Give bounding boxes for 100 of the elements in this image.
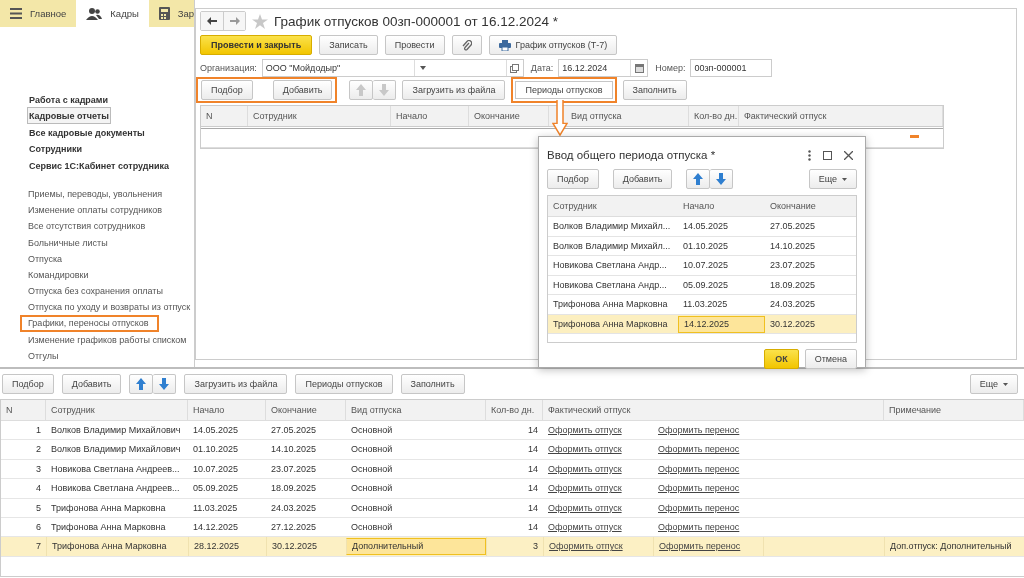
caret-icon — [1003, 382, 1008, 386]
maximize-button[interactable] — [823, 150, 832, 160]
column-header[interactable]: Сотрудник — [548, 196, 678, 216]
table-row[interactable]: 7 Трифонова Анна Марковна 28.12.2025 30.12.2025 Дополнительный 3 Оформить отпуск Оформить перенос Доп.отпуск: Дополнительный — [1, 537, 1024, 557]
more-menu-button[interactable]: Еще — [969, 374, 1018, 394]
print-button[interactable]: График отпусков (Т-7) — [488, 35, 618, 55]
table-row[interactable]: Новикова Светлана Андр... 05.09.2025 18.09.2025 — [548, 275, 856, 295]
toolbar-button[interactable]: Загрузить из файла — [184, 374, 288, 394]
column-header[interactable]: Фактический отпуск — [739, 106, 943, 126]
more-button[interactable] — [808, 149, 811, 161]
menu-link[interactable]: Командировки — [20, 266, 99, 284]
table-row[interactable]: 1 Волков Владимир Михайлович 14.05.2025 27.05.2025 Основной 14 Оформить отпуск Оформить перенос — [1, 421, 1024, 441]
column-header[interactable]: Сотрудник — [46, 400, 188, 420]
toolbar-button[interactable]: Периоды отпусков — [295, 374, 393, 394]
menu-link[interactable]: Графики, переносы отпусков — [20, 315, 159, 332]
transfer-link[interactable]: Оформить перенос — [658, 521, 740, 532]
toolbar-button[interactable]: Заполнить — [400, 374, 465, 394]
menu-link[interactable]: Отгулы — [20, 347, 69, 364]
column-header[interactable]: Фактический отпуск — [543, 400, 884, 420]
menu-link[interactable]: Изменение оплаты сотрудников — [20, 202, 172, 219]
table-row[interactable]: Трифонова Анна Марковна 11.03.2025 24.03.2025 — [548, 295, 856, 315]
menu-link[interactable]: Отпуска без сохранения оплаты — [20, 283, 173, 300]
close-button[interactable] — [844, 150, 853, 160]
menu-link[interactable]: Больничные листы — [20, 234, 118, 251]
transfer-link[interactable]: Оформить перенос — [659, 541, 741, 552]
menu-item[interactable]: Все кадровые документы — [27, 123, 147, 141]
toolbar-button[interactable]: Добавить — [612, 169, 673, 189]
column-header[interactable]: Начало — [188, 400, 266, 420]
menu-item[interactable]: Кадровые отчеты — [27, 107, 111, 124]
menu-item[interactable]: Сотрудники — [27, 140, 85, 157]
toolbar-button[interactable]: Подбор — [2, 374, 54, 394]
column-header[interactable]: Начало — [678, 196, 765, 216]
table-row[interactable]: Новикова Светлана Андр... 10.07.2025 23.07.2025 — [548, 256, 856, 276]
post-and-close-button[interactable]: Провести и закрыть — [200, 35, 313, 55]
transfer-link[interactable]: Оформить перенос — [658, 483, 740, 494]
table-cell-text: Основной — [350, 424, 394, 437]
vacation-link[interactable]: Оформить отпуск — [548, 463, 622, 474]
toolbar-button[interactable]: Подбор — [547, 169, 599, 189]
transfer-link[interactable]: Оформить перенос — [658, 502, 740, 513]
table-row[interactable]: 2 Волков Владимир Михайлович 01.10.2025 14.10.2025 Основной 14 Оформить отпуск Оформить перенос — [1, 440, 1024, 460]
table-row[interactable]: 5 Трифонова Анна Марковна 11.03.2025 24.03.2025 Основной 14 Оформить отпуск Оформить перенос — [1, 498, 1024, 518]
table-row[interactable]: Волков Владимир Михайл... 01.10.2025 14.10.2025 — [548, 236, 856, 256]
table-cell-text: 10.07.2025 — [682, 259, 730, 272]
table-row[interactable]: 3 Новикова Светлана Андреев... 10.07.2025 23.07.2025 Основной 14 Оформить отпуск Оформить перенос — [1, 459, 1024, 480]
table-cell-text: 18.09.2025 — [769, 278, 817, 292]
toolbar-button[interactable]: Добавить — [272, 80, 333, 100]
menu-link[interactable]: Изменение графиков работы списком — [20, 331, 194, 348]
vacation-link[interactable]: Оформить отпуск — [548, 521, 622, 532]
toolbar-button[interactable]: Подбор — [201, 80, 253, 100]
star-icon[interactable] — [252, 13, 268, 29]
move-down-button[interactable] — [710, 169, 734, 189]
number-field[interactable]: 00зп-000001 — [690, 59, 773, 77]
row-number: 4 — [35, 482, 42, 496]
cancel-button[interactable]: Отмена — [804, 349, 857, 369]
column-header[interactable]: N — [1, 400, 46, 420]
toolbar-button[interactable]: Добавить — [61, 374, 122, 394]
transfer-link[interactable]: Оформить перенос — [658, 444, 740, 455]
table-row[interactable]: Трифонова Анна Марковна 14.12.2025 30.12.2025 — [548, 314, 856, 334]
toolbar-button[interactable]: Загрузить из файла — [402, 80, 506, 100]
move-up-button[interactable] — [129, 374, 154, 394]
vacation-link[interactable]: Оформить отпуск — [548, 425, 622, 435]
table-row[interactable]: 4 Новикова Светлана Андреев... 05.09.2025 18.09.2025 Основной 14 Оформить отпуск Оформить перенос — [1, 479, 1024, 499]
column-header[interactable]: Окончание — [266, 400, 346, 420]
vacation-link[interactable]: Оформить отпуск — [548, 502, 622, 513]
move-down-button[interactable] — [153, 374, 177, 394]
menu-link[interactable]: Все отсутствия сотрудников — [20, 218, 156, 235]
column-header[interactable]: Кол-во дн. — [689, 106, 739, 126]
move-up-button[interactable] — [686, 169, 711, 189]
toolbar-button[interactable]: Провести — [384, 35, 445, 55]
column-header[interactable]: Сотрудник — [248, 106, 391, 126]
column-header[interactable]: Начало — [391, 106, 469, 126]
vacation-link[interactable]: Оформить отпуск — [549, 541, 623, 552]
transfer-link[interactable]: Оформить перенос — [658, 463, 740, 474]
up-arrow-icon — [356, 84, 367, 96]
menu-link[interactable]: Отпуска по уходу и возвраты из отпуск — [20, 299, 194, 316]
column-header[interactable]: Кол-во дн. — [486, 400, 543, 420]
vacation-link[interactable]: Оформить отпуск — [548, 483, 622, 494]
toolbar-button[interactable]: Записать — [319, 35, 378, 55]
transfer-link[interactable]: Оформить перенос — [658, 425, 740, 435]
column-header[interactable]: Вид отпуска — [346, 400, 486, 420]
menu-item[interactable]: Работа с кадрами — [27, 91, 111, 108]
back-button[interactable] — [201, 12, 223, 30]
table-row[interactable]: Волков Владимир Михайл... 14.05.2025 27.05.2025 — [548, 217, 856, 237]
organization-field[interactable]: ООО "Мойдодыр" — [261, 59, 524, 77]
section-tab[interactable]: Главное — [0, 0, 77, 27]
column-header[interactable]: Окончание — [765, 196, 856, 216]
column-header[interactable]: Примечание — [884, 400, 1024, 420]
date-field[interactable]: 16.12.2024 — [558, 59, 649, 77]
column-header[interactable]: N — [201, 106, 248, 126]
toolbar-button[interactable]: Периоды отпусков — [511, 77, 617, 103]
menu-link[interactable]: Приемы, переводы, увольнения — [20, 185, 173, 203]
vacation-link[interactable]: Оформить отпуск — [548, 444, 622, 455]
menu-item[interactable]: Сервис 1С:Кабинет сотрудника — [27, 156, 172, 173]
more-menu-button[interactable]: Еще — [808, 169, 857, 189]
menu-link[interactable]: Отпуска — [20, 250, 73, 267]
column-header[interactable]: Окончание — [469, 106, 549, 126]
toolbar-button[interactable]: Заполнить — [622, 80, 687, 100]
ok-button[interactable]: ОК — [764, 349, 799, 369]
attach-button[interactable] — [451, 35, 482, 55]
section-tab[interactable]: Кадры — [76, 0, 149, 27]
